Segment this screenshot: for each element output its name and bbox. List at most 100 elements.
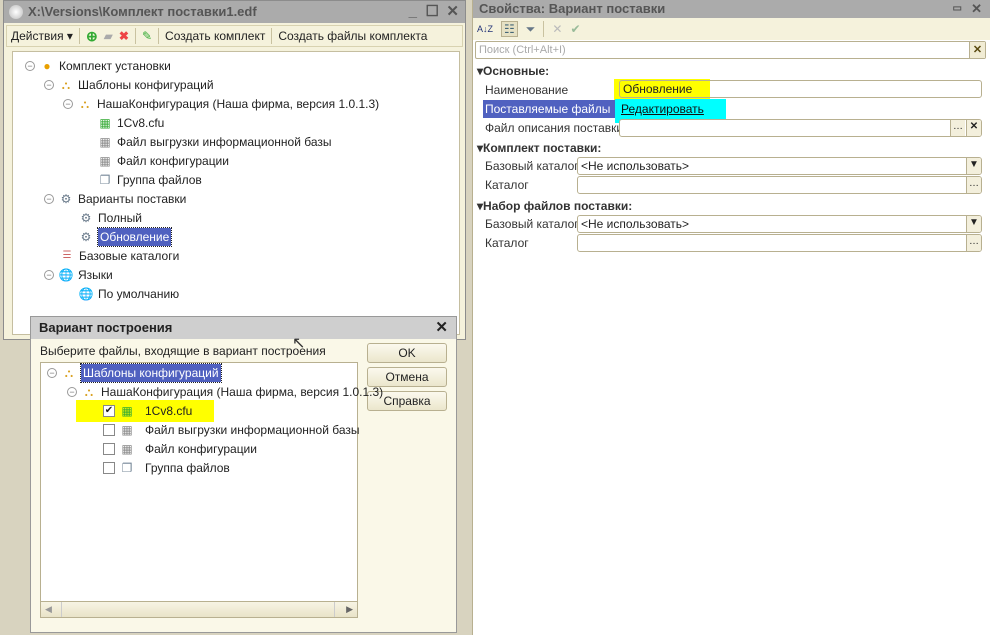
section-label: Набор файлов поставки:	[483, 199, 633, 213]
separator	[78, 28, 80, 44]
kit-dir-field[interactable]: …	[577, 176, 982, 194]
dialog-prompt: Выберите файлы, входящие в вариант постр…	[40, 344, 326, 358]
add-icon[interactable]: ⊕	[86, 28, 98, 45]
node-label: НашаКонфигурация (Наша фирма, версия 1.0…	[101, 385, 384, 399]
kit-tree: − ● Комплект установки − ⛬ Шаблоны конфигура…	[12, 51, 460, 335]
collapse-icon[interactable]: −	[47, 368, 57, 378]
tree-node-file[interactable]: ▦ Файл выгрузки информационной базы	[97, 133, 332, 151]
node-label: Файл конфигурации	[117, 154, 229, 168]
select-value: <Не использовать>	[581, 217, 689, 231]
collapse-icon[interactable]: −	[44, 80, 54, 90]
properties-title: Свойства: Вариант поставки	[479, 1, 666, 16]
file-item[interactable]: ❐ Группа файлов	[103, 459, 230, 477]
browse-button[interactable]: …	[950, 120, 965, 136]
scroll-left-icon[interactable]: ◀	[45, 604, 52, 615]
file-item[interactable]: ▦ Файл выгрузки информационной базы	[103, 421, 360, 439]
properties-toolbar: A↓Z ☷ ⏷ ✕ ✔	[473, 18, 990, 40]
section-fileset[interactable]: ▾Набор файлов поставки:	[477, 199, 632, 213]
scroll-thumb[interactable]	[61, 602, 335, 617]
kit-window-titlebar[interactable]: X:\Versions\Комплект поставки1.edf _ ☐ ✕	[4, 1, 465, 23]
tree-node-language[interactable]: 🌐 По умолчанию	[78, 285, 180, 303]
checkbox[interactable]	[103, 424, 115, 436]
node-label: НашаКонфигурация (Наша фирма, версия 1.0…	[97, 97, 380, 111]
horizontal-scrollbar[interactable]: ◀ ▶	[41, 601, 357, 617]
tree-node-base-dirs[interactable]: ☰ Базовые каталоги	[59, 247, 180, 265]
create-kit-files-button[interactable]: Создать файлы комплекта	[278, 29, 427, 43]
maximize-button[interactable]: ☐	[426, 1, 439, 23]
fileset-dir-field[interactable]: …	[577, 234, 982, 252]
tree-node-file[interactable]: ▦ 1Cv8.cfu	[97, 114, 164, 132]
dialog-titlebar[interactable]: Вариант построения ✕	[31, 317, 456, 339]
file-item-checked[interactable]: ✔ ▦ 1Cv8.cfu	[103, 402, 192, 420]
node-label: Шаблоны конфигураций	[78, 78, 214, 92]
tree-node-variant-selected[interactable]: ⚙ Обновление	[78, 227, 173, 247]
collapse-icon[interactable]: −	[25, 61, 35, 71]
node-label: Базовые каталоги	[79, 249, 180, 263]
tree-node-variant[interactable]: ⚙ Полный	[78, 209, 142, 227]
filter-icon[interactable]: ⏷	[526, 22, 536, 37]
variants-icon: ⚙	[60, 192, 72, 206]
checkbox[interactable]	[103, 462, 115, 474]
dropdown-icon[interactable]: ▼	[966, 158, 981, 174]
tree-node-languages[interactable]: − 🌐 Языки	[44, 266, 113, 284]
name-field[interactable]: Обновление	[619, 80, 982, 98]
dialog-close-button[interactable]: ✕	[435, 317, 448, 339]
search-input[interactable]: Поиск (Ctrl+Alt+I) ✕	[475, 41, 986, 59]
desc-file-field[interactable]: … ✕	[619, 119, 982, 137]
apply-icon[interactable]: ✔	[570, 22, 580, 36]
clear-button[interactable]: ✕	[966, 120, 981, 136]
language-icon: 🌐	[58, 268, 74, 282]
edit-files-link[interactable]: Редактировать	[621, 102, 704, 116]
ok-button[interactable]: OK	[367, 343, 447, 363]
cancel-icon[interactable]: ✕	[552, 22, 562, 36]
categorized-icon[interactable]: ☷	[501, 21, 518, 37]
scroll-right-icon[interactable]: ▶	[346, 604, 353, 615]
name-label: Наименование	[485, 83, 569, 97]
collapse-icon[interactable]: −	[44, 194, 54, 204]
add-folder-icon[interactable]: ▰	[104, 29, 113, 43]
tree-node-config[interactable]: − ⛬ НашаКонфигурация (Наша фирма, версия 1…	[63, 95, 379, 113]
delete-icon[interactable]: ✖	[119, 29, 129, 43]
disc-icon	[9, 5, 23, 19]
separator	[271, 28, 273, 44]
pin-icon[interactable]: ▭	[953, 0, 962, 18]
checkbox[interactable]: ✔	[103, 405, 115, 417]
tree-node-templates[interactable]: − ⛬ Шаблоны конфигураций	[44, 76, 214, 94]
clear-search-icon[interactable]: ✕	[969, 42, 985, 58]
edit-pencil-icon[interactable]: ✎	[142, 29, 152, 43]
create-kit-button[interactable]: Создать комплект	[165, 29, 265, 43]
dropdown-icon[interactable]: ▼	[966, 216, 981, 232]
kit-base-dir-select[interactable]: <Не использовать> ▼	[577, 157, 982, 175]
section-main[interactable]: ▾Основные:	[477, 64, 549, 78]
sort-alpha-icon[interactable]: A↓Z	[477, 24, 493, 34]
tree-node-file[interactable]: ❐ Группа файлов	[97, 171, 202, 189]
fileset-dir-label: Каталог	[485, 236, 529, 250]
kit-dir-label: Каталог	[485, 178, 529, 192]
separator	[158, 28, 160, 44]
actions-menu[interactable]: Действия ▾	[11, 29, 73, 43]
file-icon: ▦	[121, 442, 133, 456]
properties-titlebar: Свойства: Вариант поставки ▭ ✕	[473, 0, 990, 18]
hierarchy-icon: ⛬	[61, 78, 71, 92]
browse-button[interactable]: …	[966, 235, 981, 251]
tree-node-config[interactable]: − ⛬ НашаКонфигурация (Наша фирма, версия 1…	[67, 383, 383, 401]
name-value: Обновление	[623, 82, 693, 96]
collapse-icon[interactable]: −	[67, 387, 77, 397]
tree-node-root[interactable]: − ● Комплект установки	[25, 57, 171, 75]
cfu-file-icon: ▦	[121, 404, 133, 418]
collapse-icon[interactable]: −	[63, 99, 73, 109]
minimize-button[interactable]: _	[409, 1, 417, 23]
node-label: Файл выгрузки информационной базы	[117, 135, 332, 149]
tree-node-file[interactable]: ▦ Файл конфигурации	[97, 152, 229, 170]
checkbox[interactable]	[103, 443, 115, 455]
section-kit[interactable]: ▾Комплект поставки:	[477, 141, 601, 155]
node-label: Варианты поставки	[78, 192, 187, 206]
collapse-icon[interactable]: −	[44, 270, 54, 280]
close-button[interactable]: ✕	[446, 1, 459, 23]
browse-button[interactable]: …	[966, 177, 981, 193]
fileset-base-dir-select[interactable]: <Не использовать> ▼	[577, 215, 982, 233]
close-panel-button[interactable]: ✕	[971, 0, 982, 18]
tree-node-variants[interactable]: − ⚙ Варианты поставки	[44, 190, 186, 208]
file-item[interactable]: ▦ Файл конфигурации	[103, 440, 257, 458]
tree-node-templates[interactable]: − ⛬ Шаблоны конфигураций	[47, 363, 222, 383]
